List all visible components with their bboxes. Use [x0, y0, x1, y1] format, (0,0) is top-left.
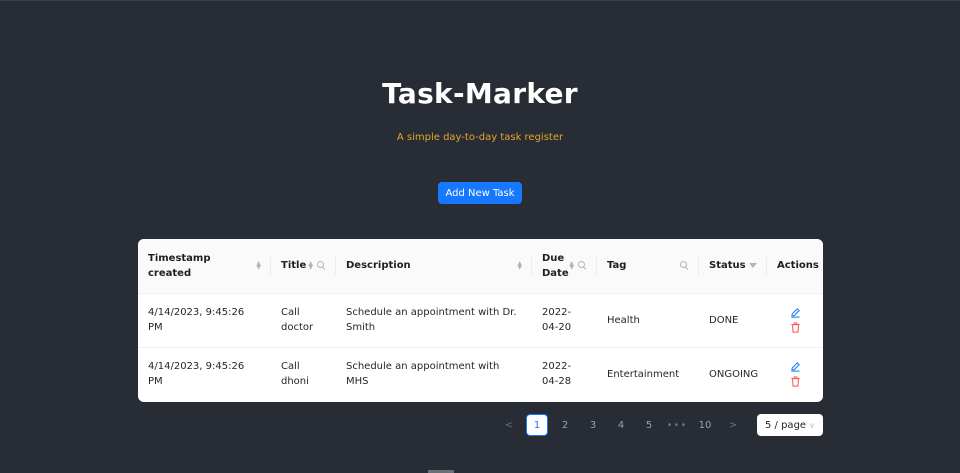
search-icon[interactable] [578, 261, 587, 270]
delete-icon[interactable] [790, 376, 801, 387]
cell-title: Call doctor [271, 293, 336, 348]
page-5-button[interactable]: 5 [638, 414, 660, 436]
page-size-value: 5 / page [765, 419, 807, 431]
cell-actions [767, 293, 823, 348]
search-icon[interactable] [317, 261, 326, 270]
cell-description: Schedule an appointment with MHS [346, 361, 500, 388]
cell-timestamp: 4/14/2023, 9:45:26 PM [148, 361, 245, 388]
column-header-due-date[interactable]: Due Date ▲ ▼ [532, 239, 597, 294]
column-header-status[interactable]: Status [699, 239, 767, 294]
cell-description: Schedule an appointment with Dr. Smith [336, 293, 532, 348]
page-10-button[interactable]: 10 [694, 414, 716, 436]
sort-icon[interactable]: ▲ ▼ [308, 260, 313, 270]
page-1-button[interactable]: 1 [526, 414, 548, 436]
sort-icon[interactable]: ▲ ▼ [517, 260, 522, 270]
cell-tag: Health [597, 293, 699, 348]
page-2-button[interactable]: 2 [554, 414, 576, 436]
page-subtitle: A simple day-to-day task register [396, 132, 564, 143]
table-row: 4/14/2023, 9:45:26 PM Call dhoni Schedul… [138, 347, 823, 401]
chevron-down-icon: ∨ [809, 420, 815, 430]
page-4-button[interactable]: 4 [610, 414, 632, 436]
cell-status: ONGOING [709, 368, 759, 380]
cell-status: DONE [699, 293, 767, 348]
column-header-timestamp[interactable]: Timestamp created ▲ ▼ [138, 239, 271, 294]
filter-icon[interactable] [749, 263, 757, 269]
cell-actions [767, 347, 823, 401]
cell-timestamp: 4/14/2023, 9:45:26 PM [138, 293, 271, 348]
table-row: 4/14/2023, 9:45:26 PM Call doctor Schedu… [138, 293, 823, 348]
edit-icon[interactable] [790, 361, 801, 372]
cell-due-date: 2022-04-28 [542, 361, 572, 388]
prev-page-button[interactable]: < [498, 414, 520, 436]
column-header-description[interactable]: Description ▲ ▼ [336, 239, 532, 294]
cell-tag: Entertainment [607, 368, 680, 380]
column-header-title[interactable]: Title ▲ ▼ [271, 239, 336, 294]
jump-next-ellipsis[interactable]: ••• [666, 414, 688, 436]
pagination: < 1 2 3 4 5 ••• 10 > [498, 414, 744, 436]
page-3-button[interactable]: 3 [582, 414, 604, 436]
page-size-select[interactable]: 5 / page ∨ [757, 414, 823, 436]
sort-icon[interactable]: ▲ ▼ [569, 260, 574, 270]
edit-icon[interactable] [790, 307, 801, 318]
column-header-actions: Actions [767, 239, 823, 294]
page-title: Task-Marker [382, 77, 578, 110]
delete-icon[interactable] [790, 322, 801, 333]
cell-due-date: 2022-04-20 [532, 293, 597, 348]
search-icon[interactable] [680, 261, 689, 270]
column-header-tag[interactable]: Tag [597, 239, 699, 294]
cell-title: Call dhoni [281, 361, 309, 388]
table-header-row: Timestamp created ▲ ▼ Title ▲ ▼ Descript… [138, 239, 823, 294]
add-new-task-button[interactable]: Add New Task [438, 182, 522, 204]
tasks-table: Timestamp created ▲ ▼ Title ▲ ▼ Descript… [138, 239, 823, 402]
sort-icon[interactable]: ▲ ▼ [256, 260, 261, 270]
next-page-button[interactable]: > [722, 414, 744, 436]
